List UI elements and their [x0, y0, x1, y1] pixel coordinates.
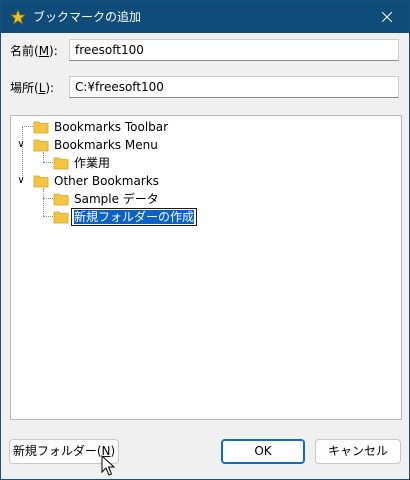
window-title: ブックマークの追加	[33, 10, 142, 24]
folder-icon	[53, 157, 69, 170]
location-label: 場所(L):	[10, 81, 55, 95]
name-input[interactable]	[69, 39, 399, 61]
tree-item[interactable]: Sample データ	[11, 190, 401, 208]
ok-button[interactable]: OK	[221, 439, 305, 464]
folder-icon	[33, 139, 49, 152]
tree-item-editing[interactable]: 新規フォルダーの作成	[11, 208, 401, 226]
folder-icon	[33, 121, 49, 134]
tree-item[interactable]: 作業用	[11, 154, 401, 172]
chevron-down-icon[interactable]: ∨	[15, 138, 27, 152]
add-bookmark-dialog: ブックマークの追加 名前(M): 場所(L): Bookmarks Toolba…	[0, 0, 410, 480]
close-icon	[382, 12, 392, 22]
folder-icon	[33, 175, 49, 188]
folder-icon	[53, 193, 69, 206]
location-input[interactable]	[69, 76, 399, 98]
tree-item[interactable]: Bookmarks Toolbar	[11, 118, 401, 136]
title-bar: ブックマークの追加	[1, 1, 409, 33]
rename-input[interactable]: 新規フォルダーの作成	[71, 208, 198, 226]
folder-icon	[53, 211, 69, 224]
mouse-cursor-icon	[101, 455, 115, 476]
folder-tree[interactable]: Bookmarks Toolbar ∨ Bookmarks Menu 作業用 ∨…	[10, 115, 402, 420]
tree-item-label: Sample データ	[74, 192, 159, 206]
cancel-button[interactable]: キャンセル	[315, 439, 401, 464]
tree-item[interactable]: ∨ Other Bookmarks	[11, 172, 401, 190]
tree-item-label: Bookmarks Toolbar	[54, 120, 169, 134]
name-label: 名前(M):	[10, 44, 58, 58]
tree-item-label: Other Bookmarks	[54, 174, 159, 188]
tree-item-label: Bookmarks Menu	[54, 138, 158, 152]
rename-selected-text: 新規フォルダーの作成	[74, 210, 195, 224]
tree-item-label: 作業用	[74, 156, 111, 170]
chevron-down-icon[interactable]: ∨	[15, 174, 27, 188]
star-icon	[10, 9, 26, 25]
close-button[interactable]	[365, 1, 409, 33]
tree-item[interactable]: ∨ Bookmarks Menu	[11, 136, 401, 154]
